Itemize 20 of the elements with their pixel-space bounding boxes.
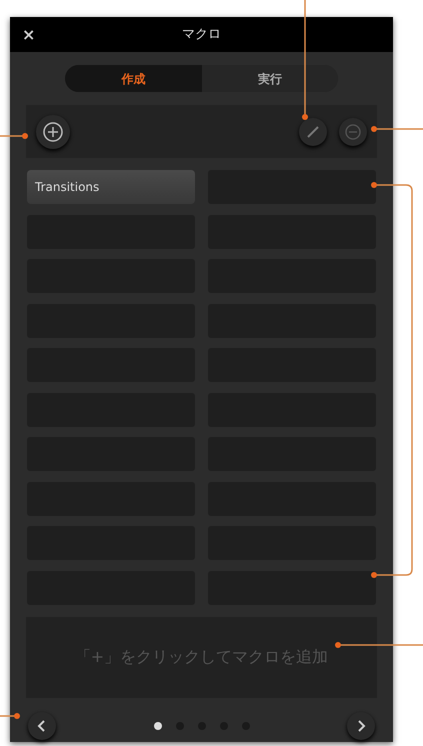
next-button[interactable] [347,712,375,740]
pencil-icon [306,124,320,138]
tab[interactable]: 実行 [202,65,338,92]
add-button[interactable] [36,114,70,148]
minus-circle-icon [344,122,362,140]
empty-macro-slot[interactable] [208,570,376,604]
empty-macro-slot[interactable] [208,170,376,204]
delete-button[interactable] [339,118,367,146]
window-title: マクロ [182,26,221,44]
close-button[interactable]: × [22,22,36,46]
plus-circle-icon [42,120,64,142]
leader-line [371,126,423,132]
chevron-left-icon [37,720,47,732]
tab[interactable]: 作成 [65,65,202,92]
leader-line [0,133,28,139]
edit-button[interactable] [299,118,327,146]
previous-button[interactable] [28,712,56,740]
macro-button[interactable]: Transitions [27,170,195,204]
chevron-right-icon [356,720,366,732]
leader-line [0,713,20,719]
